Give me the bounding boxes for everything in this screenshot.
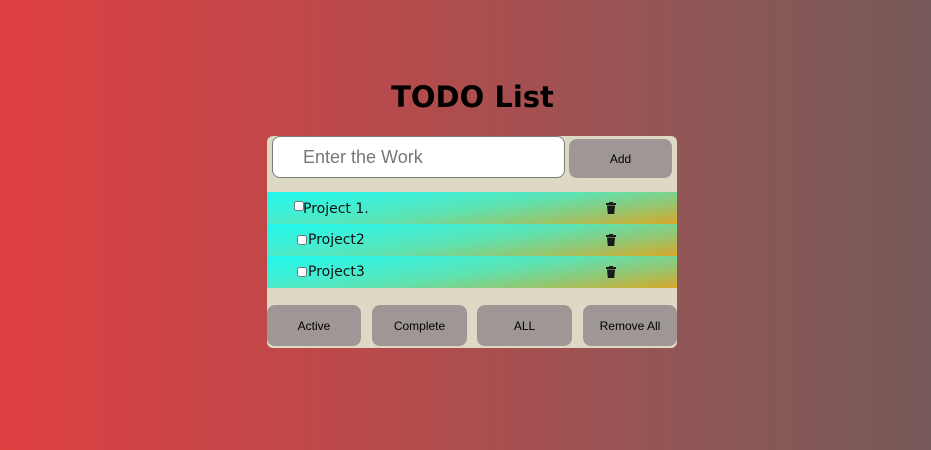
- active-filter-button[interactable]: Active: [267, 305, 361, 346]
- todo-item: Project2: [267, 224, 677, 256]
- todo-label: Project3: [308, 264, 365, 280]
- todo-item: Project3: [267, 256, 677, 288]
- todo-input[interactable]: [272, 136, 565, 178]
- input-row: Add: [267, 136, 677, 181]
- trash-icon[interactable]: [606, 202, 616, 214]
- todo-card: Add Project 1. Project2 Project3: [267, 136, 677, 348]
- todo-checkbox[interactable]: [297, 267, 307, 277]
- complete-filter-button[interactable]: Complete: [372, 305, 467, 346]
- trash-icon[interactable]: [606, 234, 616, 246]
- todo-label: Project 1.: [303, 201, 369, 217]
- todo-checkbox[interactable]: [297, 235, 307, 245]
- filter-bar: Active Complete ALL Remove All: [267, 305, 677, 347]
- page-title: TODO List: [391, 80, 554, 114]
- trash-icon[interactable]: [606, 266, 616, 278]
- add-button[interactable]: Add: [569, 139, 672, 178]
- todo-label: Project2: [308, 232, 365, 248]
- todo-list: Project 1. Project2 Project3: [267, 192, 677, 288]
- todo-item: Project 1.: [267, 192, 677, 224]
- remove-all-button[interactable]: Remove All: [583, 305, 677, 346]
- all-filter-button[interactable]: ALL: [477, 305, 572, 346]
